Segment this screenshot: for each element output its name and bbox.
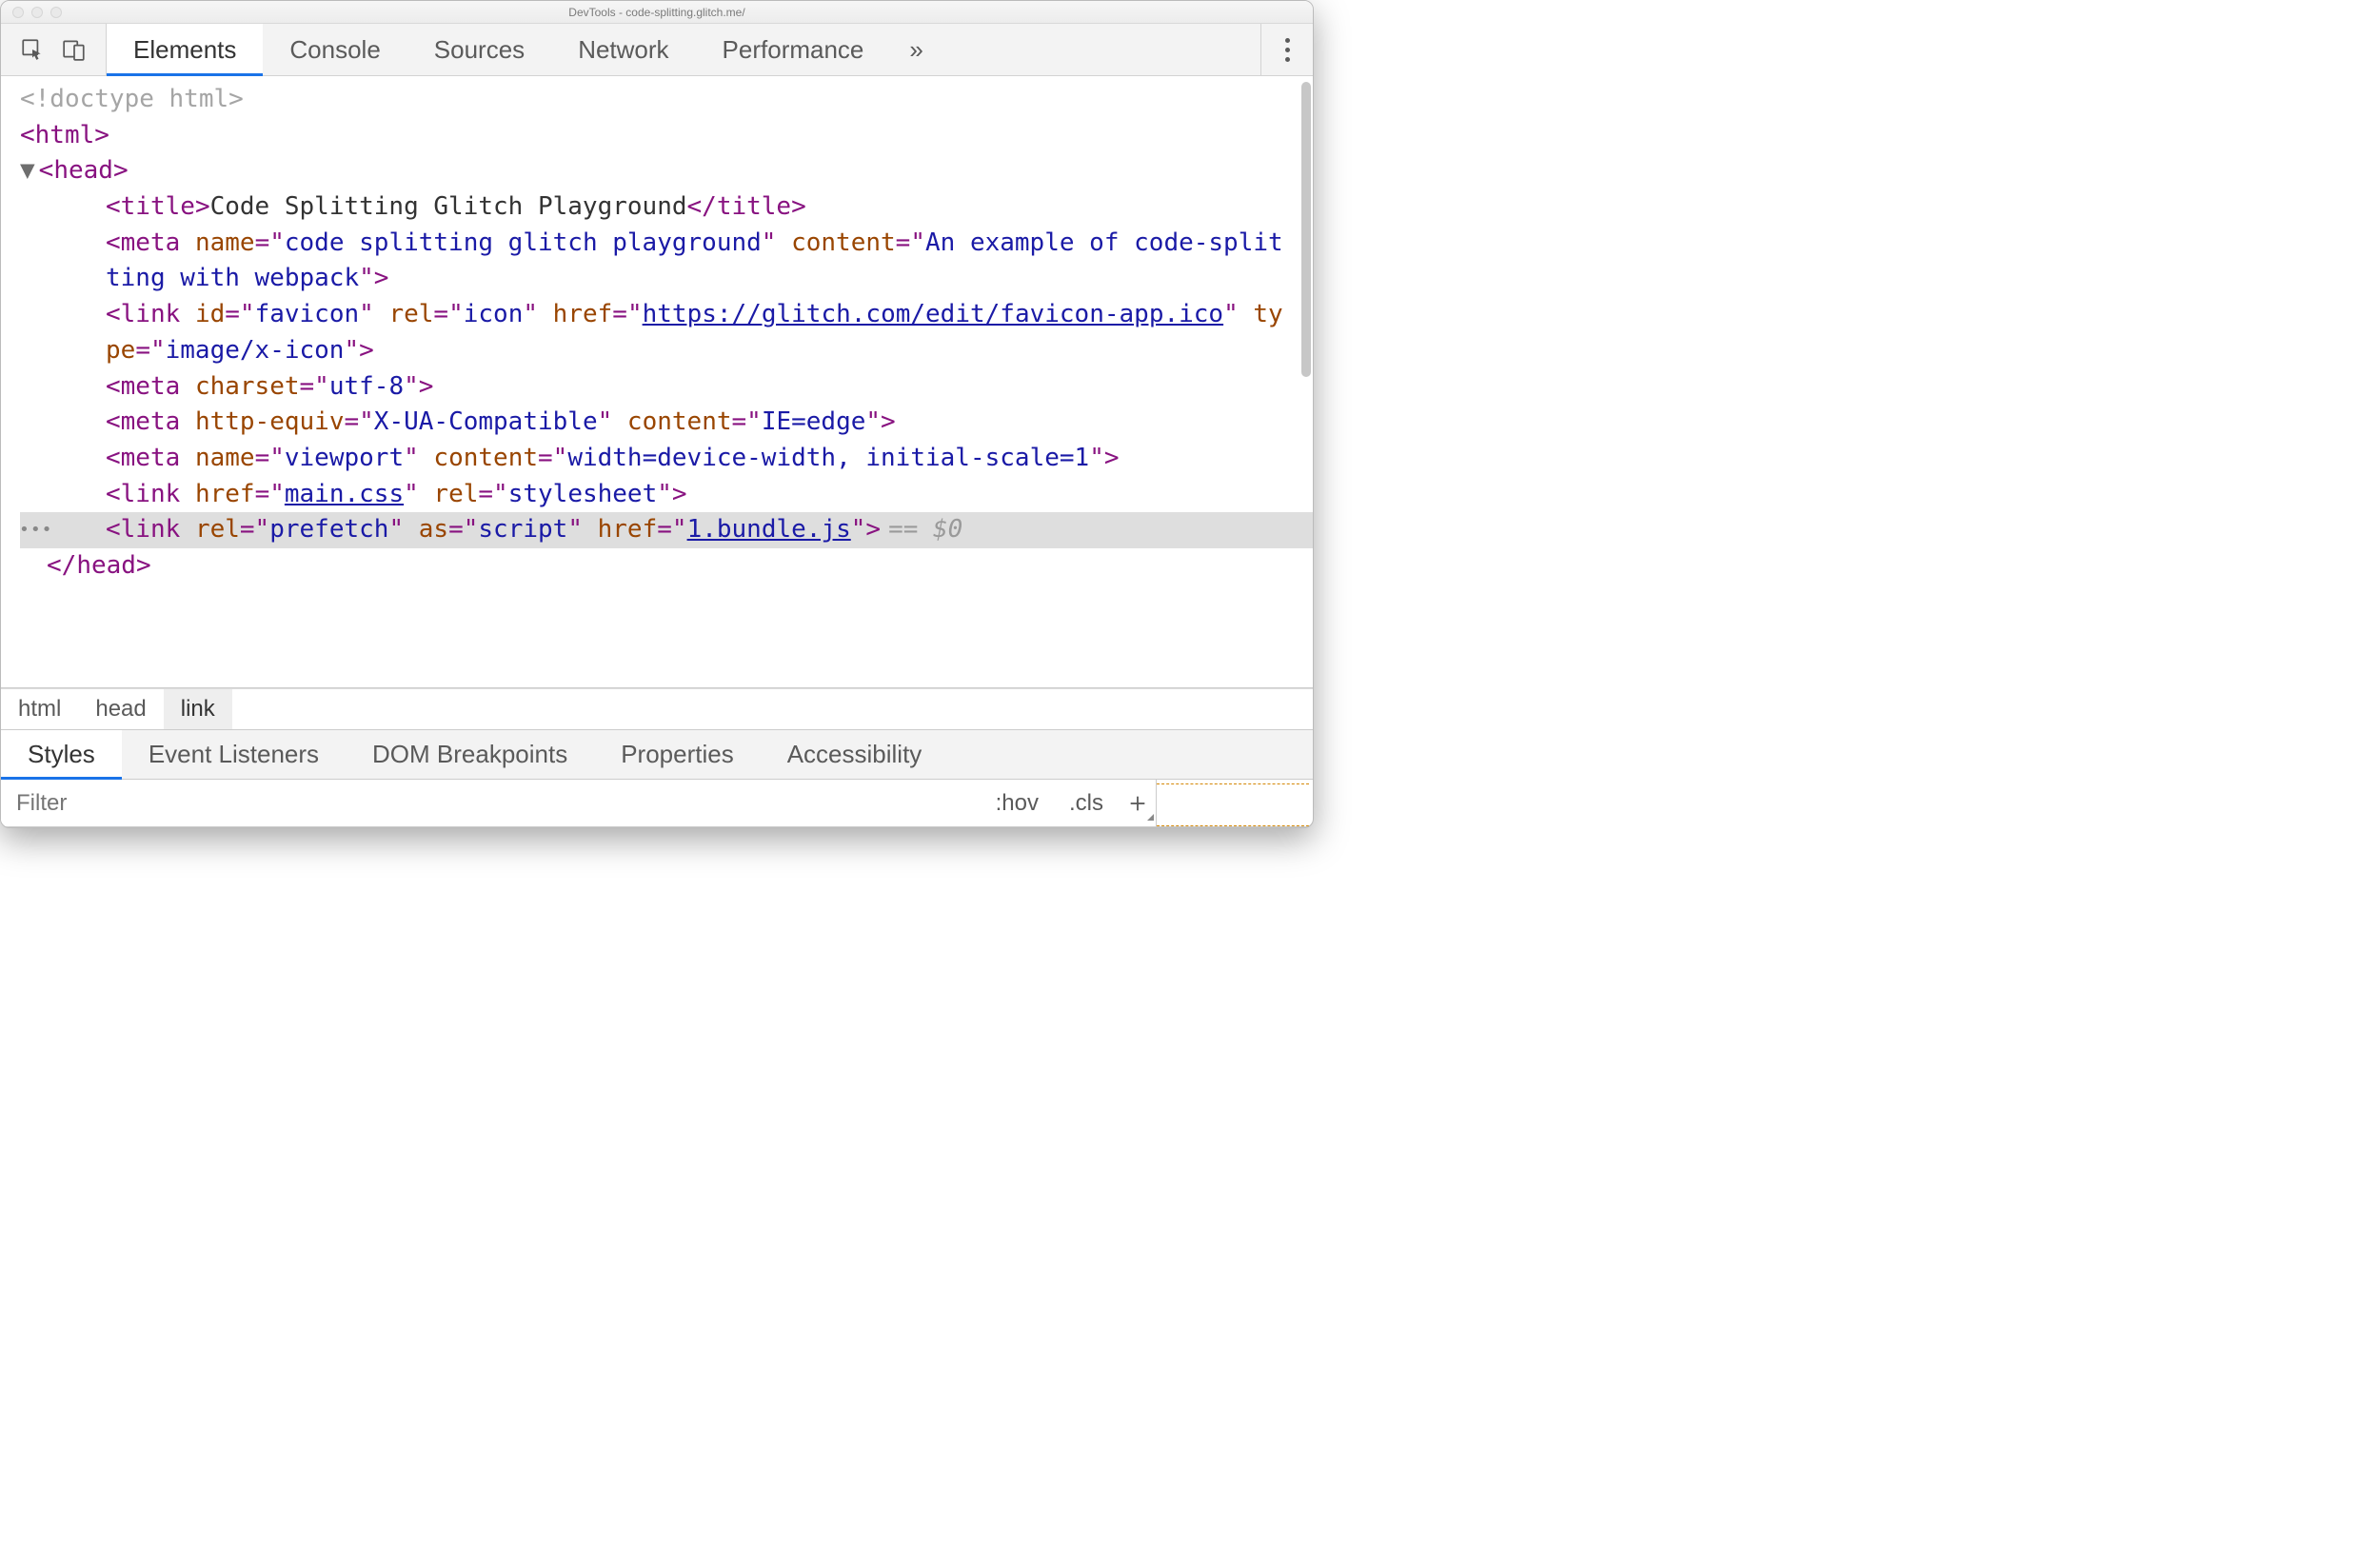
- dom-link-favicon[interactable]: <link id="favicon" rel="icon" href="http…: [20, 297, 1313, 368]
- tab-label: Sources: [434, 35, 525, 65]
- filter-input[interactable]: [1, 780, 981, 826]
- main-toolbar: Elements Console Sources Network Perform…: [1, 24, 1313, 76]
- traffic-close[interactable]: [12, 7, 24, 18]
- traffic-lights: [1, 7, 62, 18]
- traffic-minimize[interactable]: [31, 7, 43, 18]
- subtab-accessibility[interactable]: Accessibility: [761, 730, 949, 779]
- subtab-dom-breakpoints[interactable]: DOM Breakpoints: [346, 730, 594, 779]
- dom-head-open[interactable]: ▼<head>: [20, 153, 1313, 189]
- device-toolbar-icon[interactable]: [60, 35, 89, 64]
- overflow-glyph: »: [909, 35, 922, 65]
- devtools-window: DevTools - code-splitting.glitch.me/ Ele…: [0, 0, 1314, 828]
- dom-title[interactable]: <title>Code Splitting Glitch Playground<…: [20, 189, 1313, 226]
- hov-toggle-button[interactable]: :hov: [981, 780, 1054, 826]
- sidebar-tabs: Styles Event Listeners DOM Breakpoints P…: [1, 730, 1313, 780]
- dom-link-css[interactable]: <link href="main.css" rel="stylesheet">: [20, 477, 1313, 513]
- crumb-link[interactable]: link: [164, 689, 232, 729]
- selection-indicator: == $0: [888, 515, 962, 544]
- tab-label: Network: [578, 35, 668, 65]
- tab-label: Performance: [723, 35, 864, 65]
- dom-link-prefetch-selected[interactable]: <link rel="prefetch" as="script" href="1…: [20, 512, 1313, 548]
- subtab-properties[interactable]: Properties: [594, 730, 761, 779]
- dom-meta-charset[interactable]: <meta charset="utf-8">: [20, 369, 1313, 406]
- window-titlebar: DevTools - code-splitting.glitch.me/: [1, 1, 1313, 24]
- dom-head-close[interactable]: </head>: [20, 548, 1313, 585]
- dom-html-open[interactable]: <html>: [20, 118, 1313, 154]
- elements-panel: <!doctype html> <html> ▼<head> <title>Co…: [1, 76, 1313, 688]
- subtab-styles[interactable]: Styles: [1, 730, 122, 779]
- inspect-element-icon[interactable]: [18, 35, 47, 64]
- tab-console[interactable]: Console: [263, 24, 407, 75]
- crumb-html[interactable]: html: [1, 689, 78, 729]
- tab-label: Console: [289, 35, 380, 65]
- new-style-rule-button[interactable]: [1119, 780, 1157, 826]
- dom-meta-viewport[interactable]: <meta name="viewport" content="width=dev…: [20, 441, 1313, 477]
- settings-kebab-icon[interactable]: [1277, 38, 1298, 62]
- tabs-overflow-button[interactable]: »: [890, 24, 942, 75]
- dom-doctype[interactable]: <!doctype html>: [20, 82, 1313, 118]
- toolbar-left: [1, 24, 107, 75]
- dom-meta-description[interactable]: <meta name="code splitting glitch playgr…: [20, 226, 1313, 297]
- crumb-head[interactable]: head: [78, 689, 163, 729]
- tab-elements[interactable]: Elements: [107, 24, 263, 75]
- expand-arrow-icon[interactable]: ▼: [20, 153, 35, 189]
- tab-sources[interactable]: Sources: [407, 24, 551, 75]
- traffic-zoom[interactable]: [50, 7, 62, 18]
- breadcrumb: html head link: [1, 688, 1313, 730]
- dom-tree[interactable]: <!doctype html> <html> ▼<head> <title>Co…: [1, 76, 1313, 687]
- metrics-preview: [1157, 783, 1309, 826]
- tab-network[interactable]: Network: [551, 24, 695, 75]
- styles-filter-row: :hov .cls: [1, 780, 1313, 827]
- tab-performance[interactable]: Performance: [696, 24, 891, 75]
- main-tabs: Elements Console Sources Network Perform…: [107, 24, 1260, 75]
- toolbar-right: [1260, 24, 1313, 75]
- subtab-event-listeners[interactable]: Event Listeners: [122, 730, 346, 779]
- dom-meta-compat[interactable]: <meta http-equiv="X-UA-Compatible" conte…: [20, 405, 1313, 441]
- scrollbar-thumb[interactable]: [1301, 82, 1311, 377]
- window-title: DevTools - code-splitting.glitch.me/: [1, 6, 1313, 19]
- cls-toggle-button[interactable]: .cls: [1054, 780, 1119, 826]
- tab-label: Elements: [133, 35, 236, 65]
